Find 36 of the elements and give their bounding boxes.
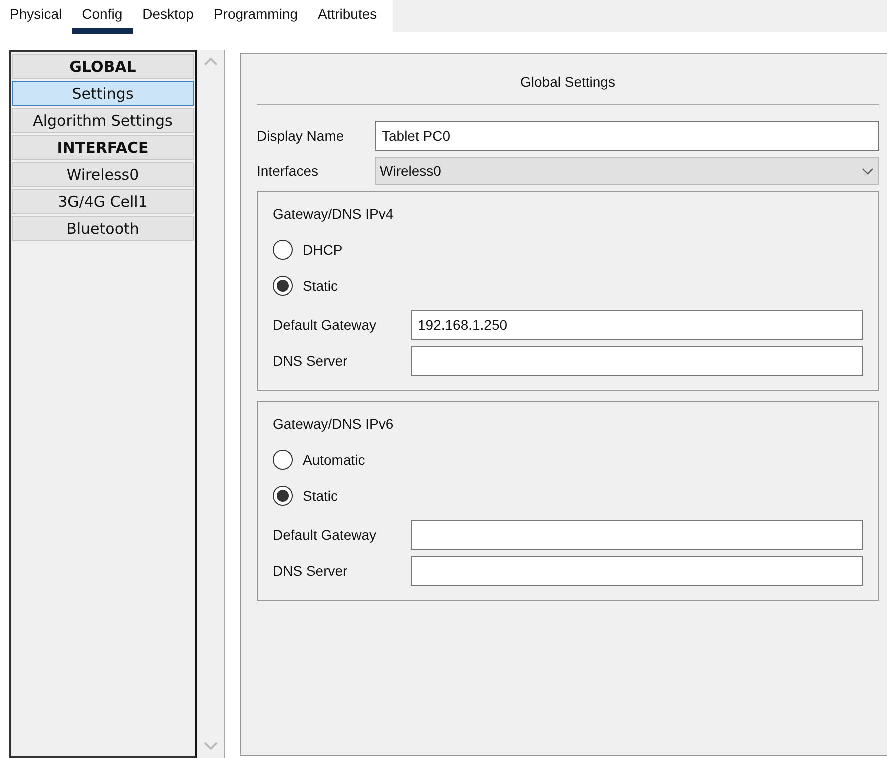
radio-button[interactable] — [273, 450, 293, 470]
sidebar-item[interactable]: Algorithm Settings — [12, 108, 194, 133]
field-label: Interfaces — [257, 163, 320, 179]
tab[interactable]: Config — [72, 0, 133, 34]
display-name-field[interactable]: Tablet PC0 — [375, 121, 879, 151]
sidebar-item[interactable]: Wireless0 — [12, 162, 194, 187]
input-field[interactable] — [411, 346, 863, 376]
field-label: DNS Server — [273, 563, 349, 579]
group-title: Gateway/DNS IPv6 — [273, 416, 395, 432]
radio-label[interactable]: Static — [303, 488, 338, 504]
input-field[interactable] — [411, 556, 863, 586]
section-header[interactable]: INTERFACE — [12, 135, 194, 160]
chevron-down-icon — [862, 168, 874, 174]
radio-label[interactable]: Automatic — [303, 452, 366, 468]
radio-button[interactable] — [273, 276, 293, 296]
sidebar-item[interactable]: Bluetooth — [12, 216, 194, 241]
section-header[interactable]: GLOBAL — [12, 54, 194, 79]
tab[interactable]: Programming — [204, 0, 308, 34]
tab[interactable]: Physical — [0, 0, 72, 34]
input-field[interactable]: 192.168.1.250 — [411, 310, 863, 340]
sidebar-item[interactable]: 3G/4G Cell1 — [12, 189, 194, 214]
tab[interactable]: Desktop — [132, 0, 204, 34]
sidebar-item[interactable]: Settings — [12, 81, 194, 106]
field-label: Display Name — [257, 128, 346, 144]
field-label: Default Gateway — [273, 317, 378, 333]
panel-title: Global Settings — [257, 54, 879, 105]
field-label: Default Gateway — [273, 527, 378, 543]
radio-label[interactable]: DHCP — [303, 242, 343, 258]
group-title: Gateway/DNS IPv4 — [273, 206, 395, 222]
field-label: DNS Server — [273, 353, 349, 369]
interfaces-dropdown[interactable]: Wireless0 — [375, 157, 879, 185]
radio-button[interactable] — [273, 486, 293, 506]
radio-label[interactable]: Static — [303, 278, 338, 294]
tab[interactable]: Attributes — [308, 0, 388, 34]
radio-button[interactable] — [273, 240, 293, 260]
input-field[interactable] — [411, 520, 863, 550]
